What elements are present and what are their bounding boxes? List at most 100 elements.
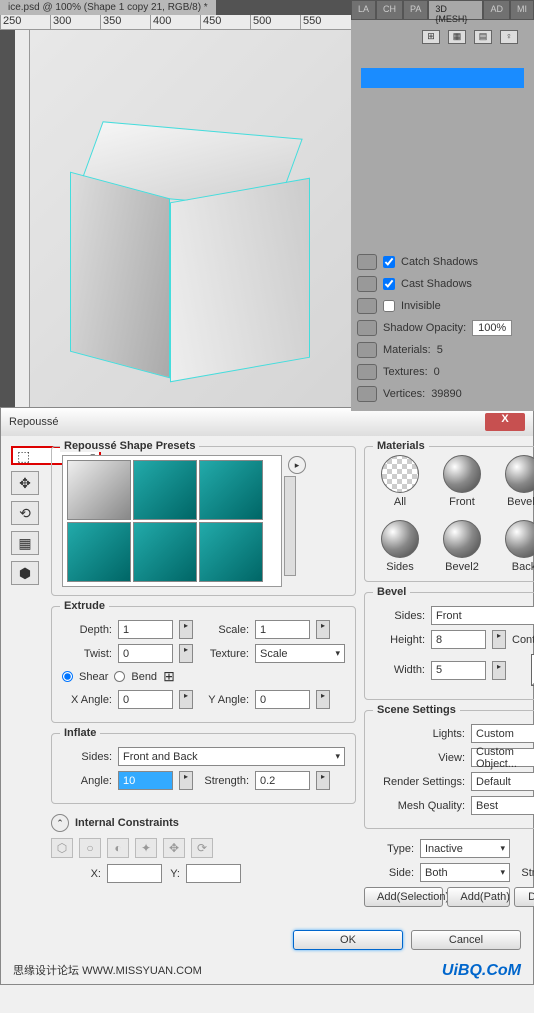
light-icon[interactable]: ♀ [500, 30, 518, 44]
tool-scale[interactable]: ▦ [11, 531, 39, 555]
ic-1[interactable]: ⬡ [51, 838, 73, 858]
catch-shadows-checkbox[interactable] [383, 256, 395, 268]
tool-rotate[interactable]: ⟲ [11, 501, 39, 525]
render-label: Render Settings: [375, 776, 465, 788]
panel-tabs: LA CH PA 3D {MESH} AD MI [351, 0, 534, 20]
shear-radio[interactable] [62, 671, 73, 682]
ic-2[interactable]: ○ [79, 838, 101, 858]
tab-channels[interactable]: CH [376, 0, 403, 20]
depth-input[interactable] [118, 620, 173, 639]
ic-x-input [107, 864, 162, 883]
xangle-input[interactable] [118, 690, 173, 709]
materials-count: 5 [437, 344, 443, 356]
ic-side-label: Side: [364, 867, 414, 879]
cancel-button[interactable]: Cancel [411, 930, 521, 950]
inflate-angle-label: Angle: [62, 775, 112, 787]
preset-2[interactable] [133, 460, 197, 520]
preset-6[interactable] [199, 522, 263, 582]
document-tab[interactable]: ice.psd @ 100% (Shape 1 copy 21, RGB/8) … [0, 0, 216, 15]
presets-menu-icon[interactable]: ▸ [288, 456, 306, 474]
shadow-opacity-label: Shadow Opacity: [383, 322, 466, 334]
mat-bevel2[interactable] [443, 520, 481, 558]
xangle-spinner[interactable]: ▸ [179, 690, 193, 709]
twist-input[interactable] [118, 644, 173, 663]
tool-move[interactable]: ✥ [11, 471, 39, 495]
mesh-select[interactable]: Best [471, 796, 534, 815]
lights-select[interactable]: Custom [471, 724, 534, 743]
invisible-checkbox[interactable] [383, 300, 395, 312]
inflate-sides-select[interactable]: Front and Back [118, 747, 345, 766]
ic-6[interactable]: ⟳ [191, 838, 213, 858]
scale-input[interactable] [255, 620, 310, 639]
mat-all[interactable] [381, 455, 419, 493]
yangle-spinner[interactable]: ▸ [316, 690, 330, 709]
view-icon-2[interactable]: ▦ [448, 30, 466, 44]
ic-5[interactable]: ✥ [163, 838, 185, 858]
view-icon-1[interactable]: ⊞ [422, 30, 440, 44]
tool-object[interactable]: ⬢ [11, 561, 39, 585]
tab-layers[interactable]: LA [351, 0, 376, 20]
scale-spinner[interactable]: ▸ [316, 620, 330, 639]
shadow-opacity-value[interactable]: 100% [472, 320, 512, 336]
selected-mesh-bar[interactable] [361, 68, 524, 88]
bend-radio[interactable] [114, 671, 125, 682]
bevel-height-input[interactable] [431, 630, 486, 649]
add-path-button[interactable]: Add(Path) [447, 887, 510, 907]
catch-shadows-label: Catch Shadows [401, 256, 478, 268]
yangle-input[interactable] [255, 690, 310, 709]
depth-spinner[interactable]: ▸ [179, 620, 193, 639]
ok-button[interactable]: OK [293, 930, 403, 950]
textures-icon [357, 364, 377, 380]
cube-3d-object[interactable] [70, 130, 310, 370]
mat-back[interactable] [505, 520, 534, 558]
view-icon-3[interactable]: ▤ [474, 30, 492, 44]
mat-sides[interactable] [381, 520, 419, 558]
inflate-angle-input[interactable] [118, 771, 173, 790]
preset-3[interactable] [199, 460, 263, 520]
preset-1[interactable] [67, 460, 131, 520]
mesh-icon [357, 254, 377, 270]
ic-type-label: Type: [364, 843, 414, 855]
bevel-width-input[interactable] [431, 661, 486, 680]
cast-shadows-checkbox[interactable] [383, 278, 395, 290]
opacity-icon [357, 320, 377, 336]
ruler-horizontal: 250300350400450500550 [0, 15, 351, 30]
delete-button[interactable]: Delete [514, 887, 534, 907]
texture-select[interactable]: Scale [255, 644, 345, 663]
expand-icon[interactable]: ⌃ [51, 814, 69, 832]
ic-4[interactable]: ✦ [135, 838, 157, 858]
inflate-strength-input[interactable] [255, 771, 310, 790]
inflate-strength-label: Strength: [199, 775, 249, 787]
tab-mi[interactable]: MI [510, 0, 534, 20]
render-select[interactable]: Default [471, 772, 534, 791]
presets-scrollbar[interactable] [284, 476, 296, 576]
mat-front[interactable] [443, 455, 481, 493]
bevel-width-spinner[interactable]: ▸ [492, 661, 506, 680]
ic-3[interactable]: ◐ [107, 838, 129, 858]
preset-5[interactable] [133, 522, 197, 582]
canvas[interactable] [15, 30, 351, 407]
tab-paths[interactable]: PA [403, 0, 428, 20]
twist-spinner[interactable]: ▸ [179, 644, 193, 663]
mat-bevel1[interactable] [505, 455, 534, 493]
inflate-angle-spinner[interactable]: ▸ [179, 771, 193, 790]
materials-label: Materials: [383, 344, 431, 356]
vertices-icon [357, 386, 377, 402]
bevel-sides-select[interactable]: Front [431, 606, 534, 625]
add-selection-button[interactable]: Add(Selection) [364, 887, 443, 907]
view-select[interactable]: Custom Object... [471, 748, 534, 767]
contour-label: Contour: [512, 634, 534, 646]
preset-4[interactable] [67, 522, 131, 582]
invisible-label: Invisible [401, 300, 441, 312]
tab-3d-mesh[interactable]: 3D {MESH} [428, 0, 483, 20]
bevel-height-spinner[interactable]: ▸ [492, 630, 506, 649]
dialog-title: Repoussé [9, 416, 59, 428]
yangle-label: Y Angle: [199, 694, 249, 706]
inflate-strength-spinner[interactable]: ▸ [316, 771, 330, 790]
grid-icon[interactable]: ⊞ [163, 668, 175, 685]
tab-adjustments[interactable]: AD [483, 0, 510, 20]
ic-strength-label: Strength: [516, 867, 534, 879]
repousse-dialog: Repoussé X ⬚ ✥ ⟲ ▦ ⬢ Repoussé Shape Pres… [0, 407, 534, 985]
ruler-vertical [15, 30, 30, 407]
close-button[interactable]: X [485, 413, 525, 431]
